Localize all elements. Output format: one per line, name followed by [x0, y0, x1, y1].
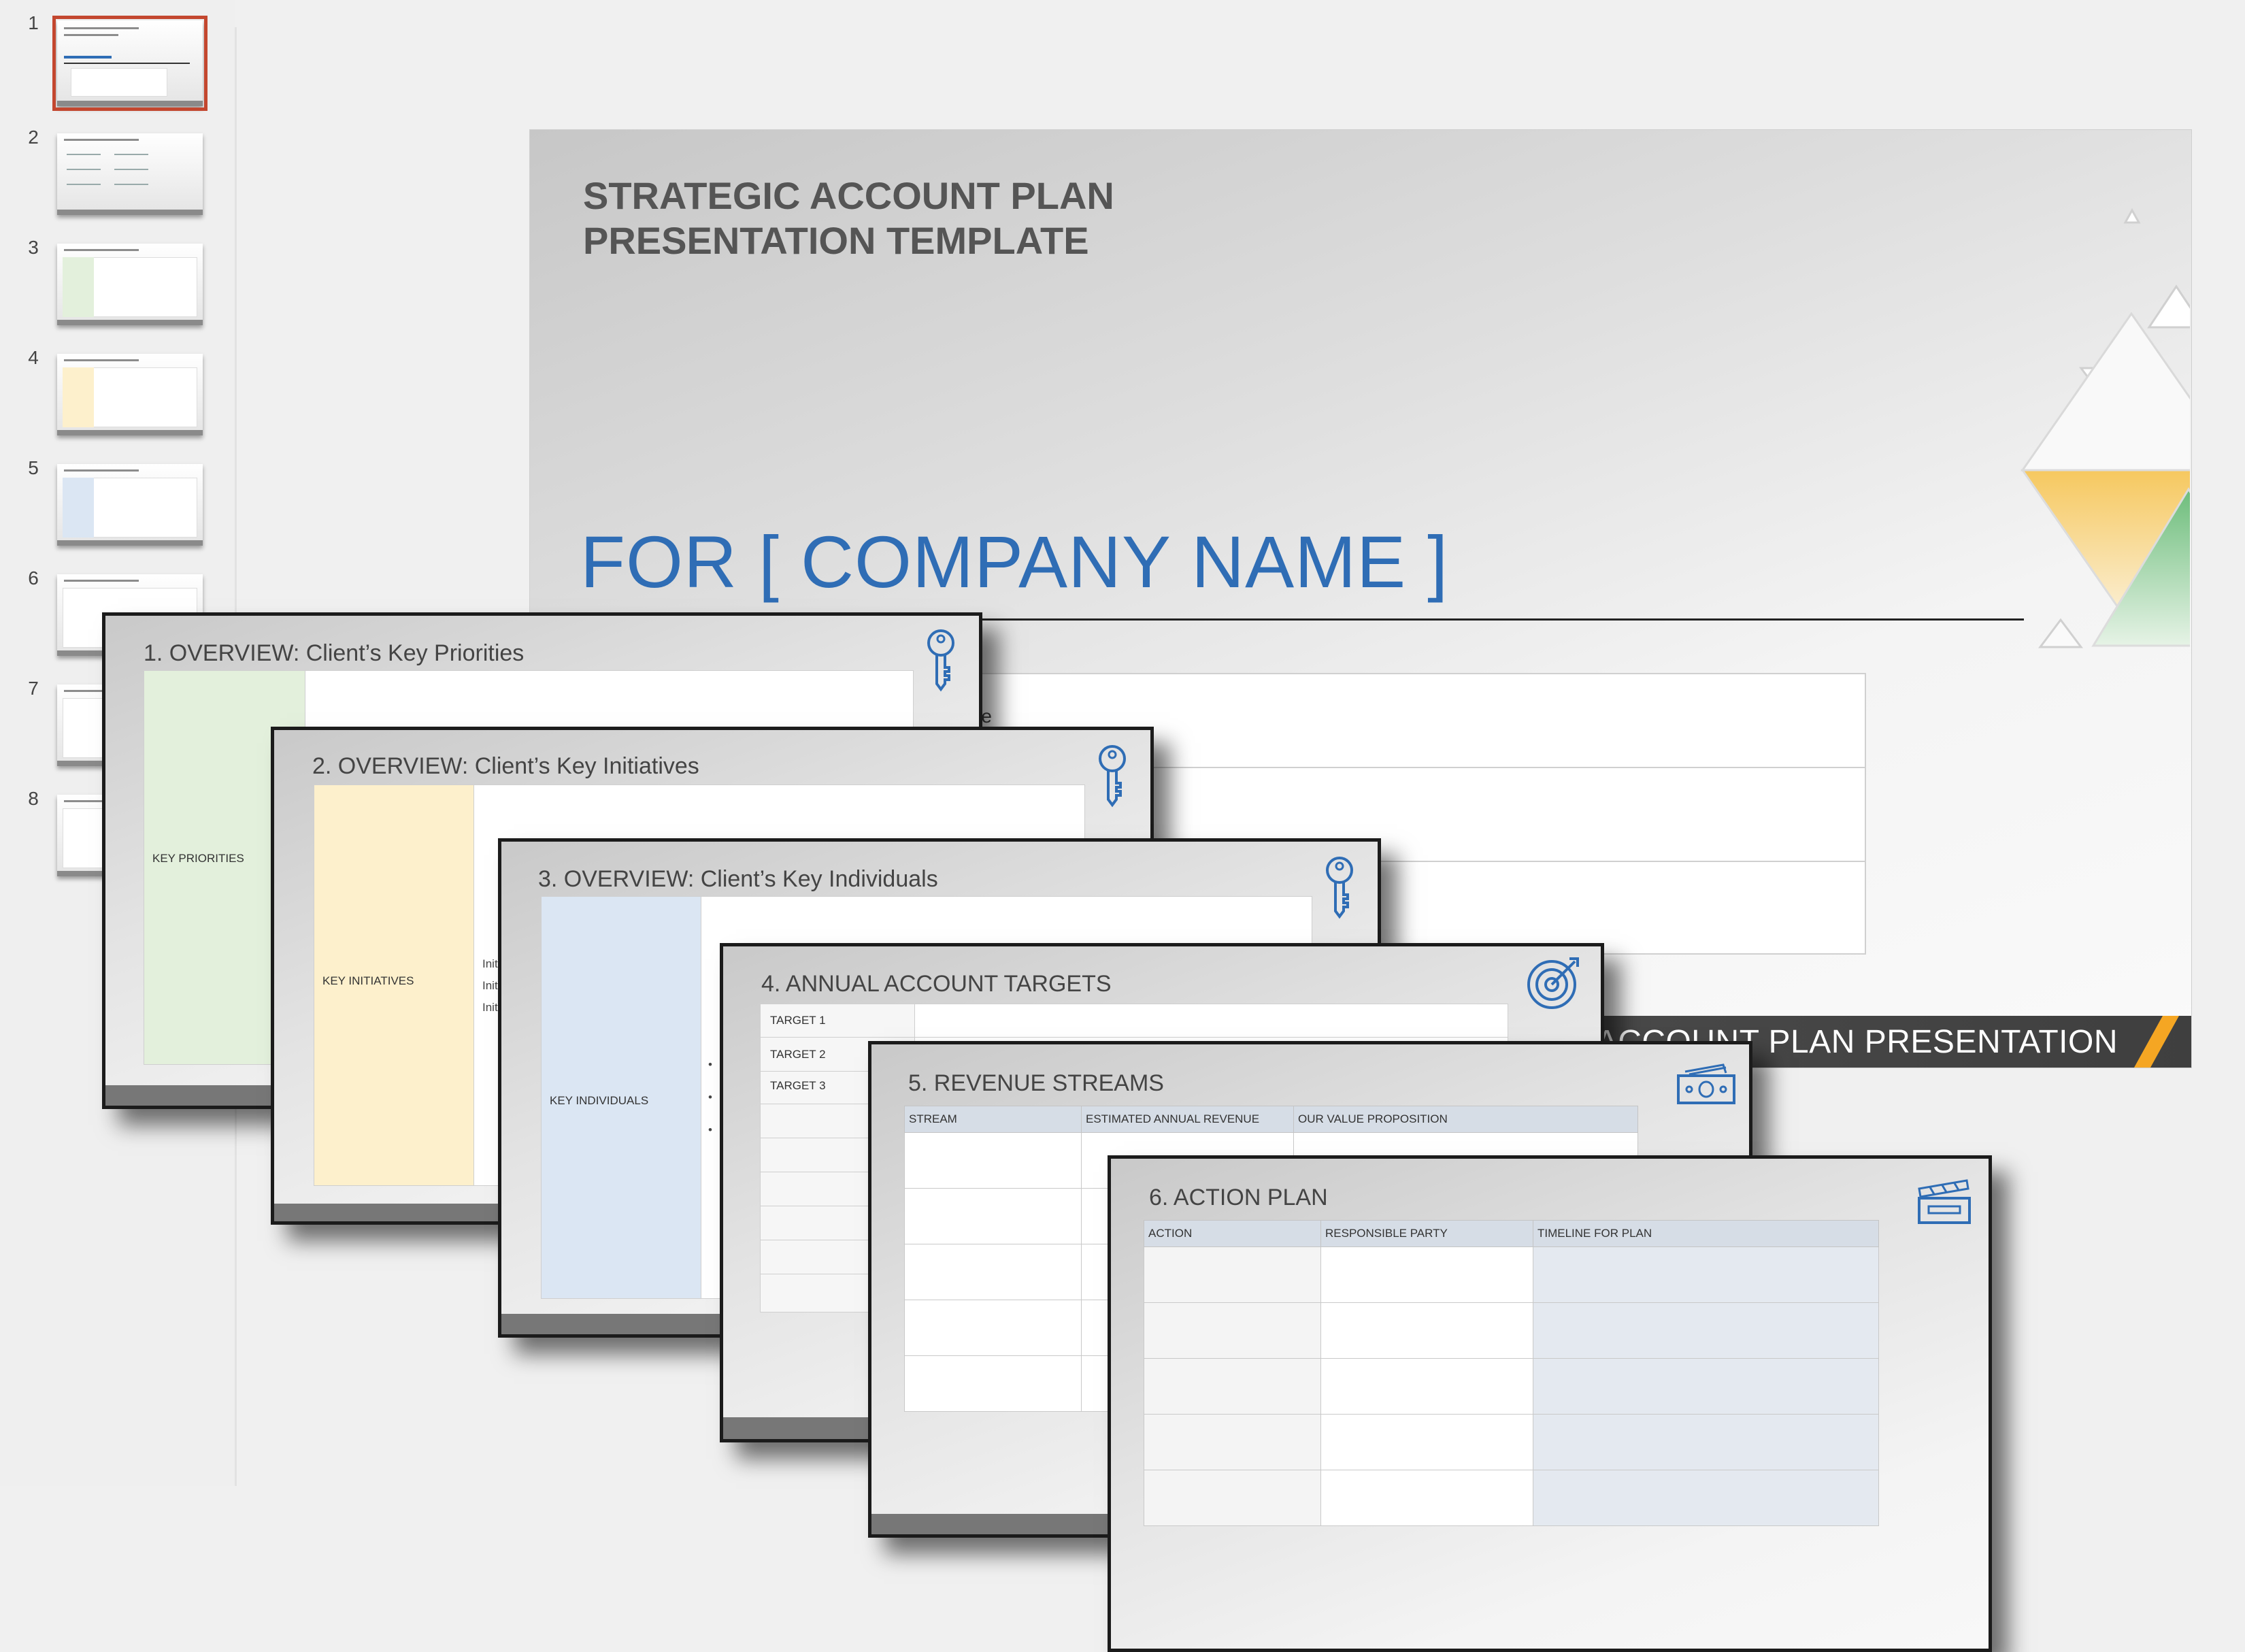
column-header: RESPONSIBLE PARTY: [1320, 1220, 1533, 1247]
thumbnail-number: 2: [28, 127, 39, 148]
bullet-marker: •: [708, 1058, 712, 1071]
thumbnail-number: 8: [28, 788, 39, 809]
bullet-marker: •: [708, 1123, 712, 1136]
key-initiatives-column: KEY INITIATIVES: [314, 784, 474, 1186]
target-icon: [1527, 957, 1579, 1009]
key-icon: [927, 629, 954, 692]
column-header: STREAM: [904, 1106, 1082, 1133]
thumbnail-slide-5[interactable]: [57, 464, 203, 546]
thumbnail-slide-3[interactable]: [57, 244, 203, 325]
target-label: TARGET 2: [770, 1048, 826, 1061]
thumbnail-number: 5: [28, 457, 39, 478]
money-icon: [1677, 1063, 1735, 1104]
thumbnail-number: 6: [28, 567, 39, 589]
key-icon: [1099, 745, 1126, 808]
column-header: TIMELINE FOR PLAN: [1533, 1220, 1879, 1247]
thumbnail-number: 7: [28, 678, 39, 699]
card-title: 4. ANNUAL ACCOUNT TARGETS: [761, 971, 1112, 997]
target-label: TARGET 1: [770, 1014, 826, 1027]
footer-accent-stripe: [2134, 1016, 2179, 1068]
thumbnail-number: 1: [28, 12, 39, 33]
bullet-marker: •: [708, 1091, 712, 1104]
thumbnail-slide-2[interactable]: [57, 133, 203, 215]
side-label: KEY INITIATIVES: [322, 974, 414, 987]
slide-title: STRATEGIC ACCOUNT PLAN PRESENTATION TEMP…: [583, 174, 1195, 263]
title-line-1: STRATEGIC ACCOUNT PLAN: [583, 174, 1114, 217]
column-header: OUR VALUE PROPOSITION: [1293, 1106, 1638, 1133]
clapperboard-icon: [1918, 1179, 1971, 1224]
thumbnail-slide-4[interactable]: [57, 354, 203, 435]
card-title: 1. OVERVIEW: Client’s Key Priorities: [144, 640, 525, 666]
thumbnail-number: 3: [28, 237, 39, 258]
key-individuals-column: KEY INDIVIDUALS: [541, 896, 701, 1299]
column-header: ACTION: [1144, 1220, 1321, 1247]
target-label: TARGET 3: [770, 1079, 826, 1092]
card-title: 5. REVENUE STREAMS: [908, 1070, 1164, 1096]
card-title: 6. ACTION PLAN: [1149, 1185, 1328, 1210]
title-line-2: PRESENTATION TEMPLATE: [583, 219, 1089, 262]
thumbnail-number: 4: [28, 347, 39, 368]
key-icon: [1326, 857, 1353, 919]
side-label: KEY INDIVIDUALS: [550, 1094, 649, 1107]
action-plan-table[interactable]: ACTION RESPONSIBLE PARTY TIMELINE FOR PL…: [1144, 1220, 1879, 1526]
card-title: 2. OVERVIEW: Client’s Key Initiatives: [312, 753, 699, 779]
slide-card-action-plan[interactable]: 6. ACTION PLAN ACTION RESPONSIBLE PARTY …: [1108, 1155, 1992, 1652]
card-title: 3. OVERVIEW: Client’s Key Individuals: [538, 866, 938, 892]
company-name-heading: FOR [ COMPANY NAME ]: [580, 521, 1449, 603]
thumbnail-slide-1[interactable]: [52, 16, 207, 111]
column-header: ESTIMATED ANNUAL REVENUE: [1081, 1106, 1294, 1133]
side-label: KEY PRIORITIES: [152, 852, 244, 865]
